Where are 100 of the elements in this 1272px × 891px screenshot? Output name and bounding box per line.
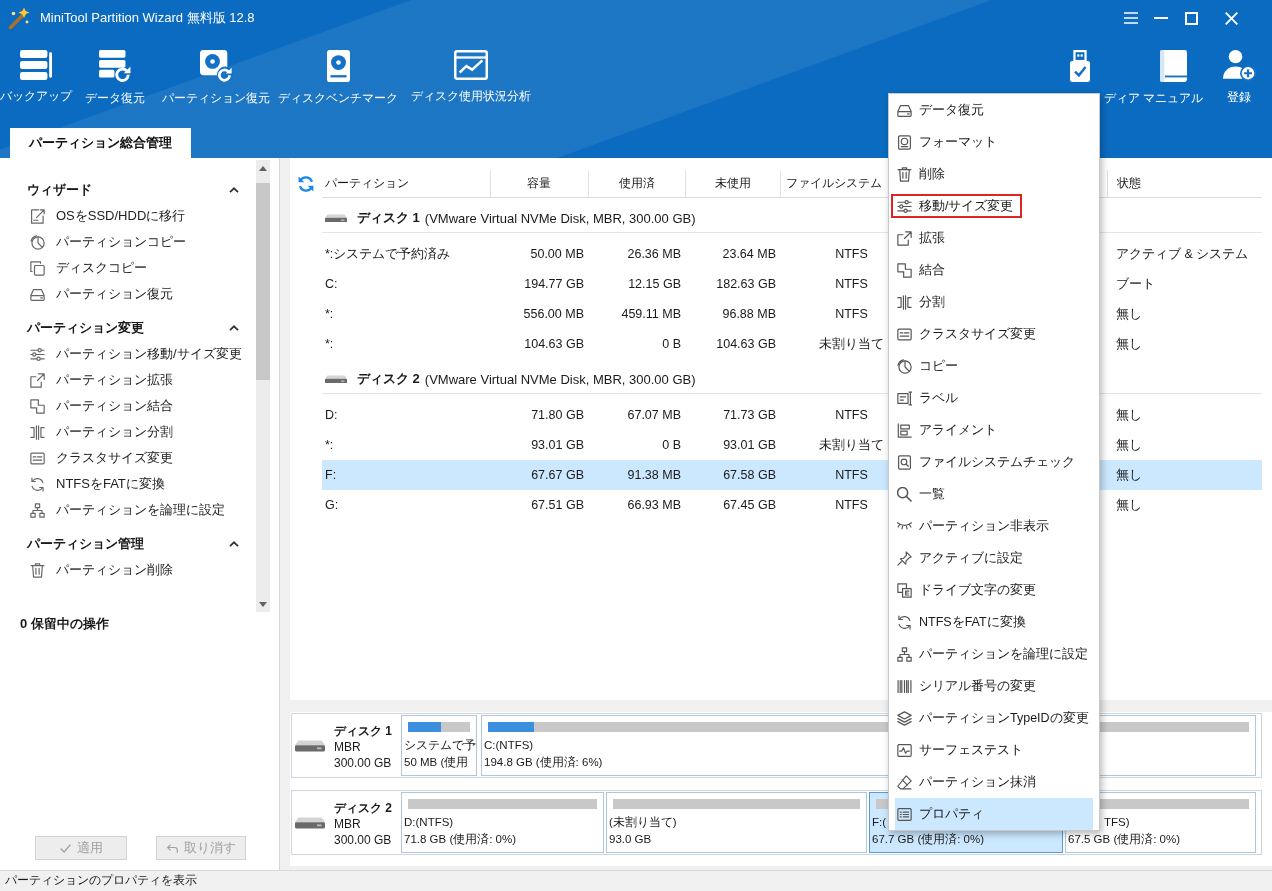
partition-block[interactable]: D:(NTFS) 71.8 GB (使用済: 0%) [401, 792, 604, 853]
partition-label: C:(NTFS) [483, 739, 535, 752]
table-cell-text: 0 B [661, 437, 682, 454]
toolbar-button[interactable]: バックアップ [0, 36, 72, 104]
split-icon [30, 424, 45, 440]
menu-item[interactable]: 移動/サイズ変更 [891, 194, 1023, 218]
caret-up-icon[interactable] [229, 541, 239, 547]
disk-size: 300.00 GB [334, 832, 392, 848]
toolbar-button[interactable]: マニュアル [1140, 36, 1206, 106]
column-header[interactable]: 状態 [1107, 170, 1262, 197]
sidebar-item[interactable]: クラスタサイズ変更 [0, 446, 177, 470]
section-title: パーティション変更 [27, 319, 144, 337]
scroll-up-icon[interactable] [259, 165, 267, 171]
scrollbar[interactable] [256, 160, 270, 612]
table-cell-text: NTFS [834, 497, 869, 514]
tab[interactable]: パーティション総合管理 [10, 128, 191, 158]
partition-block[interactable]: システムで予 50 MB (使用 [401, 715, 477, 776]
menu-item[interactable]: プロパティ [895, 798, 1093, 830]
menu-icon[interactable] [1124, 12, 1138, 24]
table-cell-text: 104.63 GB [715, 336, 777, 353]
menu-item[interactable]: パーティションを論理に設定 [895, 638, 1093, 670]
eraser-icon [897, 774, 912, 790]
caret-up-icon[interactable] [229, 187, 239, 193]
close-icon[interactable] [1225, 11, 1238, 25]
document-search-icon [897, 454, 912, 470]
sidebar-item[interactable]: パーティション削除 [0, 558, 177, 582]
table-cell-text: 未割り当て [818, 436, 885, 454]
menu-item[interactable]: フォーマット [895, 126, 1093, 158]
menu-item[interactable]: アライメント [895, 414, 1093, 446]
sidebar-item[interactable]: パーティションコピー [0, 230, 190, 254]
toolbar-button[interactable]: パーティション復元 [158, 36, 274, 106]
disk-name: ディスク 2 [334, 800, 392, 816]
closed-eye-icon [897, 522, 912, 530]
list-icon [897, 806, 912, 822]
menu-item[interactable]: NTFSをFATに変換 [895, 606, 1093, 638]
partition-size: 93.0 GB [608, 833, 653, 846]
table-cell-text: NTFS [834, 276, 869, 293]
sidebar-item[interactable]: パーティション拡張 [0, 368, 177, 392]
sidebar-item[interactable]: パーティションを論理に設定 [0, 498, 229, 522]
table-cell-text: F: [324, 467, 338, 484]
book-icon [1159, 50, 1187, 82]
menu-item[interactable]: クラスタサイズ変更 [895, 318, 1093, 350]
user-plus-icon [1222, 50, 1256, 81]
column-header[interactable]: 未使用 [685, 170, 780, 197]
table-cell-text: 無し [1115, 466, 1143, 484]
menu-item[interactable]: サーフェステスト [895, 734, 1093, 766]
status-text: パーティションのプロパティを表示 [5, 873, 197, 887]
trash-icon [30, 562, 45, 578]
table-cell-text: 91.38 MB [626, 467, 682, 484]
menu-item[interactable]: 結合 [895, 254, 1093, 286]
sidebar-item[interactable]: OSをSSD/HDDに移行 [0, 204, 190, 228]
hard-drive-icon [295, 740, 325, 752]
table-cell-text: 67.45 GB [722, 497, 777, 514]
toolbar-button[interactable]: ディスク使用状況分析 [402, 36, 540, 104]
column-header[interactable]: 使用済 [588, 170, 685, 197]
cycle-arrows-icon [897, 614, 912, 630]
table-cell-text: ブート [1115, 275, 1156, 293]
sidebar-item[interactable]: パーティション復元 [0, 282, 177, 306]
toolbar-button[interactable]: データ復元 [72, 36, 158, 106]
sliders-icon [30, 346, 45, 362]
menu-item[interactable]: コピー [895, 350, 1093, 382]
table-cell-text: 104.63 GB [523, 336, 585, 353]
align-icon [897, 422, 912, 438]
table-cell-text: 無し [1115, 335, 1143, 353]
caret-up-icon[interactable] [229, 325, 239, 331]
sidebar-item[interactable]: パーティション結合 [0, 394, 177, 418]
search-icon [897, 486, 912, 502]
column-header[interactable]: ファイルシステム [780, 170, 887, 197]
pie-chart-icon [897, 358, 912, 374]
partition-block[interactable]: (未割り当て) 93.0 GB [606, 792, 867, 853]
refresh-icon[interactable] [298, 176, 314, 192]
menu-item[interactable]: シリアル番号の変更 [895, 670, 1093, 702]
hierarchy-icon [30, 502, 45, 518]
toolbar-button[interactable]: ディスクベンチマーク [274, 36, 402, 106]
window-title: MiniTool Partition Wizard 無料版 12.8 [40, 9, 255, 27]
sidebar-item[interactable]: パーティション移動/サイズ変更 [0, 342, 246, 366]
partition-size: 67.7 GB (使用済: 0%) [871, 833, 986, 846]
sidebar-item[interactable]: パーティション分割 [0, 420, 177, 444]
stack-icon [20, 50, 52, 80]
table-cell-text: 12.15 GB [627, 276, 682, 293]
scrollbar-thumb[interactable] [256, 183, 270, 380]
menu-item[interactable]: ドライブ文字の変更 [895, 574, 1093, 606]
menu-item[interactable]: パーティション非表示 [895, 510, 1093, 542]
column-header[interactable]: 容量 [490, 170, 588, 197]
table-cell-text: *: [324, 336, 335, 353]
column-header[interactable]: パーティション [322, 170, 490, 197]
sidebar-item[interactable]: NTFSをFATに変換 [0, 472, 169, 496]
maximize-icon[interactable] [1185, 11, 1198, 25]
menu-item[interactable]: ラベル [895, 382, 1093, 414]
expand-icon [30, 372, 45, 388]
menu-item[interactable]: 削除 [895, 158, 1093, 190]
usb-drive-icon [1070, 50, 1090, 82]
table-cell-text: 26.36 MB [626, 246, 682, 263]
sidebar-item[interactable]: ディスクコピー [0, 256, 151, 280]
menu-item[interactable]: アクティブに設定 [895, 542, 1093, 574]
toolbar-button[interactable]: 登録 [1206, 36, 1272, 106]
scroll-down-icon[interactable] [259, 601, 267, 607]
menu-item[interactable]: 拡張 [895, 222, 1093, 254]
table-cell-text: 93.01 GB [722, 437, 777, 454]
menu-item[interactable]: 分割 [895, 286, 1093, 318]
